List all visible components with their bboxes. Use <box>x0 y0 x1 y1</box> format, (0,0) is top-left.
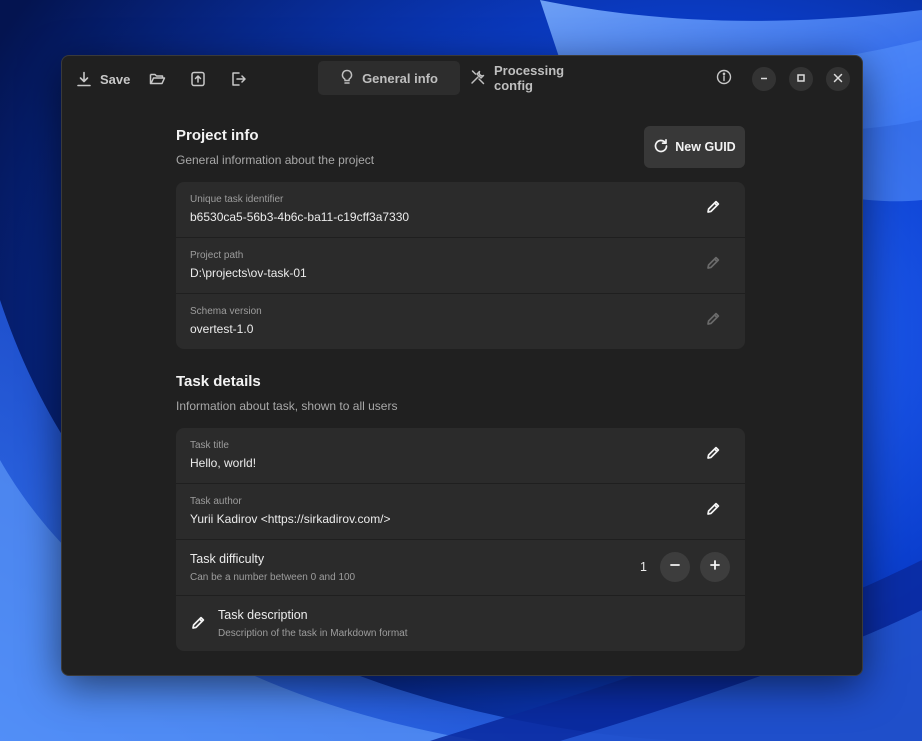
maximize-icon <box>796 70 806 88</box>
field-label: Task author <box>190 496 242 507</box>
new-guid-label: New GUID <box>675 140 736 154</box>
description-title: Task description <box>218 608 308 622</box>
edit-task-author-button[interactable] <box>703 501 723 521</box>
tab-label: General info <box>362 70 438 86</box>
edit-task-id-button[interactable] <box>703 199 723 219</box>
section-subtitle: General information about the project <box>176 153 375 167</box>
save-button[interactable]: Save <box>76 65 130 93</box>
minimize-button[interactable] <box>752 67 776 91</box>
plus-icon <box>709 558 721 576</box>
edit-project-path-button[interactable] <box>703 255 723 275</box>
download-icon <box>76 71 92 87</box>
close-button[interactable] <box>826 67 850 91</box>
info-icon <box>716 69 732 90</box>
tab-processing-config[interactable]: Processing config <box>470 61 600 95</box>
new-guid-button[interactable]: New GUID <box>644 126 745 168</box>
section-title: Task details <box>176 373 261 390</box>
pencil-icon <box>705 199 721 220</box>
upload-icon <box>190 71 206 87</box>
pencil-icon <box>705 501 721 522</box>
task-details-header: Task details Information about task, sho… <box>176 372 745 428</box>
decrement-button[interactable] <box>660 552 690 582</box>
edit-task-title-button[interactable] <box>703 445 723 465</box>
tab-label: Processing config <box>494 63 565 93</box>
field-row-project-path: Project path D:\projects\ov-task-01 <box>176 237 745 293</box>
pencil-icon <box>705 311 721 332</box>
minimize-icon <box>759 70 769 88</box>
minus-icon <box>669 558 681 576</box>
folder-open-icon <box>149 71 166 87</box>
pencil-icon <box>190 615 206 636</box>
tab-general-info[interactable]: General info <box>318 61 460 95</box>
field-row-schema-version: Schema version overtest-1.0 <box>176 293 745 349</box>
tools-icon <box>470 69 486 88</box>
lightbulb-icon <box>340 69 354 88</box>
field-label: Task title <box>190 440 229 451</box>
close-icon <box>833 70 843 88</box>
description-hint: Description of the task in Markdown form… <box>218 628 408 639</box>
maximize-button[interactable] <box>789 67 813 91</box>
save-label: Save <box>100 71 131 87</box>
refresh-icon <box>653 138 669 157</box>
main-content: Project info General information about t… <box>176 126 745 651</box>
difficulty-value: 1 <box>640 560 647 574</box>
edit-schema-version-button[interactable] <box>703 311 723 331</box>
field-value: b6530ca5-56b3-4b6c-ba11-c19cff3a7330 <box>190 210 410 224</box>
app-window: Save General info Processing config Proj… <box>61 55 863 676</box>
upload-button[interactable] <box>190 65 206 93</box>
field-label: Schema version <box>190 306 262 317</box>
task-details-card: Task title Hello, world! Task author Yur… <box>176 428 745 651</box>
section-title: Project info <box>176 127 259 144</box>
info-button[interactable] <box>712 67 736 91</box>
pencil-icon <box>705 255 721 276</box>
difficulty-hint: Can be a number between 0 and 100 <box>190 572 356 583</box>
field-row-task-id: Unique task identifier b6530ca5-56b3-4b6… <box>176 182 745 237</box>
field-label: Project path <box>190 250 244 261</box>
section-subtitle: Information about task, shown to all use… <box>176 399 398 413</box>
field-row-task-difficulty: Task difficulty Can be a number between … <box>176 539 745 595</box>
difficulty-title: Task difficulty <box>190 552 265 566</box>
project-info-header: Project info General information about t… <box>176 126 745 182</box>
field-row-task-author: Task author Yurii Kadirov <https://sirka… <box>176 483 745 539</box>
exit-icon <box>230 71 246 87</box>
field-value: overtest-1.0 <box>190 322 254 336</box>
pencil-icon <box>705 445 721 466</box>
increment-button[interactable] <box>700 552 730 582</box>
field-row-task-description[interactable]: Task description Description of the task… <box>176 595 745 651</box>
field-value: Hello, world! <box>190 456 257 470</box>
field-row-task-title: Task title Hello, world! <box>176 428 745 483</box>
field-value: D:\projects\ov-task-01 <box>190 266 307 280</box>
project-info-card: Unique task identifier b6530ca5-56b3-4b6… <box>176 182 745 349</box>
field-value: Yurii Kadirov <https://sirkadirov.com/> <box>190 512 391 526</box>
title-bar: Save General info Processing config <box>62 56 862 102</box>
open-folder-button[interactable] <box>149 65 166 93</box>
exit-button[interactable] <box>230 65 246 93</box>
field-label: Unique task identifier <box>190 194 284 205</box>
